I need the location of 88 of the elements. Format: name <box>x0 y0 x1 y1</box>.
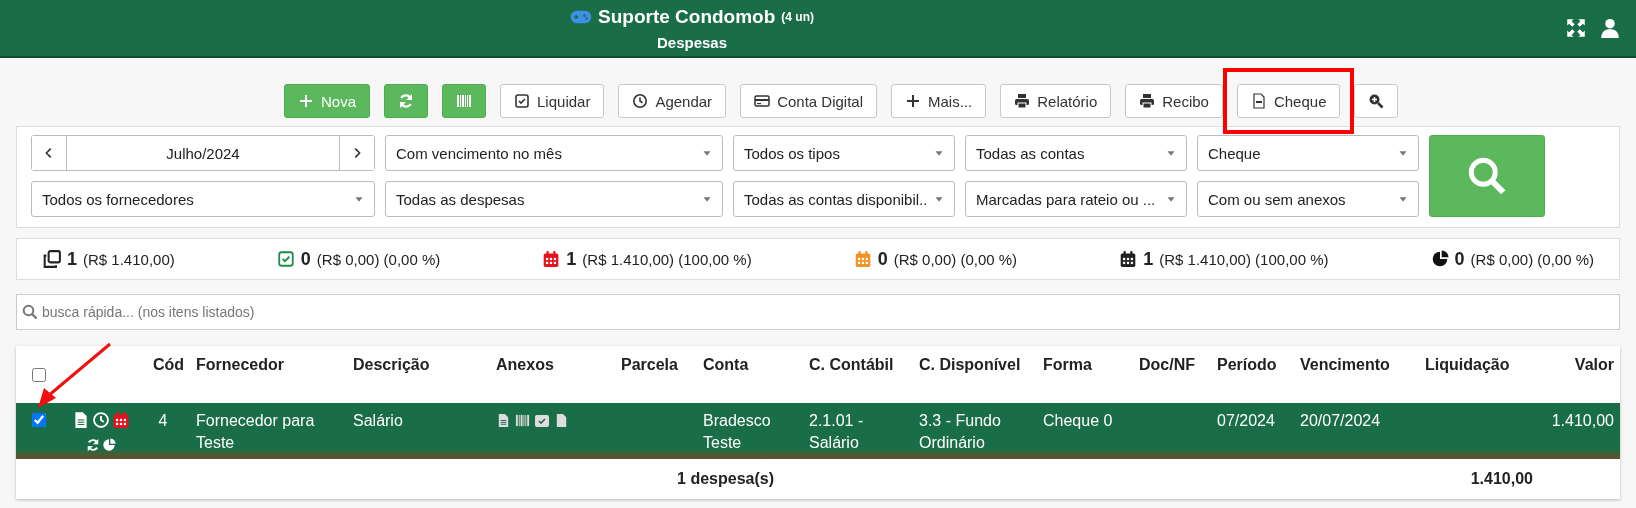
filter-dropdown[interactable]: Todas as contas <box>965 135 1187 171</box>
stat-count: 1 <box>566 248 577 270</box>
column-header: C. Disponível <box>918 355 1022 375</box>
filter-dropdown[interactable]: Cheque <box>1197 135 1419 171</box>
stat-detail: (R$ 0,00) (0,00 %) <box>1470 250 1594 268</box>
stat-detail: (R$ 1.410,00) (100,00 %) <box>1159 250 1329 268</box>
filter-dropdown[interactable]: Todas as despesas <box>385 181 723 217</box>
stat-count: 0 <box>300 248 311 270</box>
document-icon <box>496 413 511 428</box>
row-checkbox[interactable] <box>32 413 46 427</box>
filter-dropdown[interactable]: Marcadas para rateio ou ... <box>965 181 1187 217</box>
table-cell: 2.1.01 - Salário <box>809 412 864 451</box>
column-header: Valor <box>1573 355 1615 375</box>
clock-icon <box>632 93 649 109</box>
fullscreen-icon <box>1566 18 1586 38</box>
search-icon <box>1467 156 1507 196</box>
page-title: Despesas <box>656 33 728 51</box>
table-cell: 4 <box>158 412 168 429</box>
filter-dropdown[interactable]: Todos os fornecedores <box>31 181 375 217</box>
receipt-button[interactable]: Recibo <box>1125 84 1223 118</box>
stat-detail: (R$ 0,00) (0,00 %) <box>893 250 1018 268</box>
check-square-icon <box>534 413 550 429</box>
filter-dropdown[interactable]: Com ou sem anexos <box>1197 181 1419 217</box>
refresh-button[interactable] <box>384 84 429 118</box>
cheque-button[interactable]: Cheque <box>1236 84 1341 118</box>
select-all-checkbox[interactable] <box>32 368 46 382</box>
column-header: Fornecedor <box>195 355 285 375</box>
barcode-button[interactable] <box>442 84 487 118</box>
table-cell: Cheque 0 <box>1043 412 1113 429</box>
column-header: Liquidação <box>1424 355 1511 375</box>
filter-dropdown[interactable]: Todos os tipos <box>733 135 955 171</box>
app-title: Suporte Condomob <box>598 5 776 28</box>
zoom-button[interactable] <box>1354 84 1399 118</box>
column-header: Período <box>1216 355 1278 375</box>
column-header: Parcela <box>620 355 679 375</box>
unit-count: (4 un) <box>781 9 814 24</box>
schedule-button[interactable]: Agendar <box>618 84 727 118</box>
stat-count: 1 <box>67 248 77 270</box>
table-cell: 07/2024 <box>1217 412 1275 429</box>
plus-icon <box>905 93 921 109</box>
quick-search-field[interactable]: busca rápida... (nos itens listados) <box>16 294 1620 330</box>
report-button[interactable]: Relatório <box>1000 84 1112 118</box>
search-button[interactable] <box>1429 135 1545 217</box>
printer-icon <box>1014 93 1031 109</box>
check-square-icon <box>514 93 531 109</box>
card-icon <box>754 93 771 109</box>
table-cell: 20/07/2024 <box>1300 412 1381 429</box>
table-cell: 3.3 - Fundo Ordinário <box>919 412 1001 451</box>
printer-icon <box>1139 93 1156 109</box>
stat-detail: (R$ 0,00) (0,00 %) <box>316 250 441 268</box>
calendar-icon <box>112 411 130 429</box>
user-icon <box>1600 18 1620 38</box>
column-header: Anexos <box>495 355 555 375</box>
column-header: Descrição <box>352 355 431 375</box>
barcode-icon <box>456 93 473 109</box>
filter-dropdown[interactable]: Todas as contas disponibil... <box>733 181 955 217</box>
settle-button[interactable]: Liquidar <box>500 84 605 118</box>
total-value: 1.410,00 <box>1469 470 1534 488</box>
row-count: 1 despesa(s) <box>676 470 775 488</box>
stat-count: 0 <box>1454 248 1465 270</box>
column-header: Conta <box>702 355 750 375</box>
zoom-in-icon <box>1368 93 1385 109</box>
more-button[interactable]: Mais... <box>891 84 987 118</box>
table-cell: Bradesco Teste <box>703 412 771 451</box>
digital-account-button[interactable]: Conta Digital <box>740 84 877 118</box>
file-icon <box>554 413 569 428</box>
refresh-icon <box>398 93 415 109</box>
plus-icon <box>298 93 314 109</box>
table-cell: Fornecedor para Teste <box>196 412 315 451</box>
refresh-icon <box>86 438 100 452</box>
document-icon <box>72 411 90 429</box>
filter-dropdown[interactable]: Com vencimento no mês <box>385 135 723 171</box>
stat-detail: (R$ 1.410,00) (100,00 %) <box>582 250 752 268</box>
column-header: Doc/NF <box>1138 355 1196 375</box>
stat-detail: (R$ 1.410,00) <box>83 250 175 268</box>
table-cell: 1.410,00 <box>1551 412 1614 429</box>
stat-count: 0 <box>877 248 888 270</box>
barcode-icon <box>515 413 530 428</box>
table-row[interactable]: 4 Fornecedor para Teste Salário Bradesco Teste 2.1.01 - Salário 3.3 - Fundo Ordinário Cheque 0 07/2024 20/07/2024 1.410,00 <box>16 403 1620 459</box>
column-header: C. Contábil <box>808 355 895 375</box>
column-header: Forma <box>1042 355 1093 375</box>
stat-count: 1 <box>1143 248 1154 270</box>
column-header: Cód <box>151 355 185 375</box>
pie-icon <box>102 438 116 452</box>
pdf-icon <box>1250 93 1267 109</box>
table-cell: Salário <box>353 412 403 429</box>
clock-icon <box>92 411 110 429</box>
column-header: Vencimento <box>1299 355 1391 375</box>
